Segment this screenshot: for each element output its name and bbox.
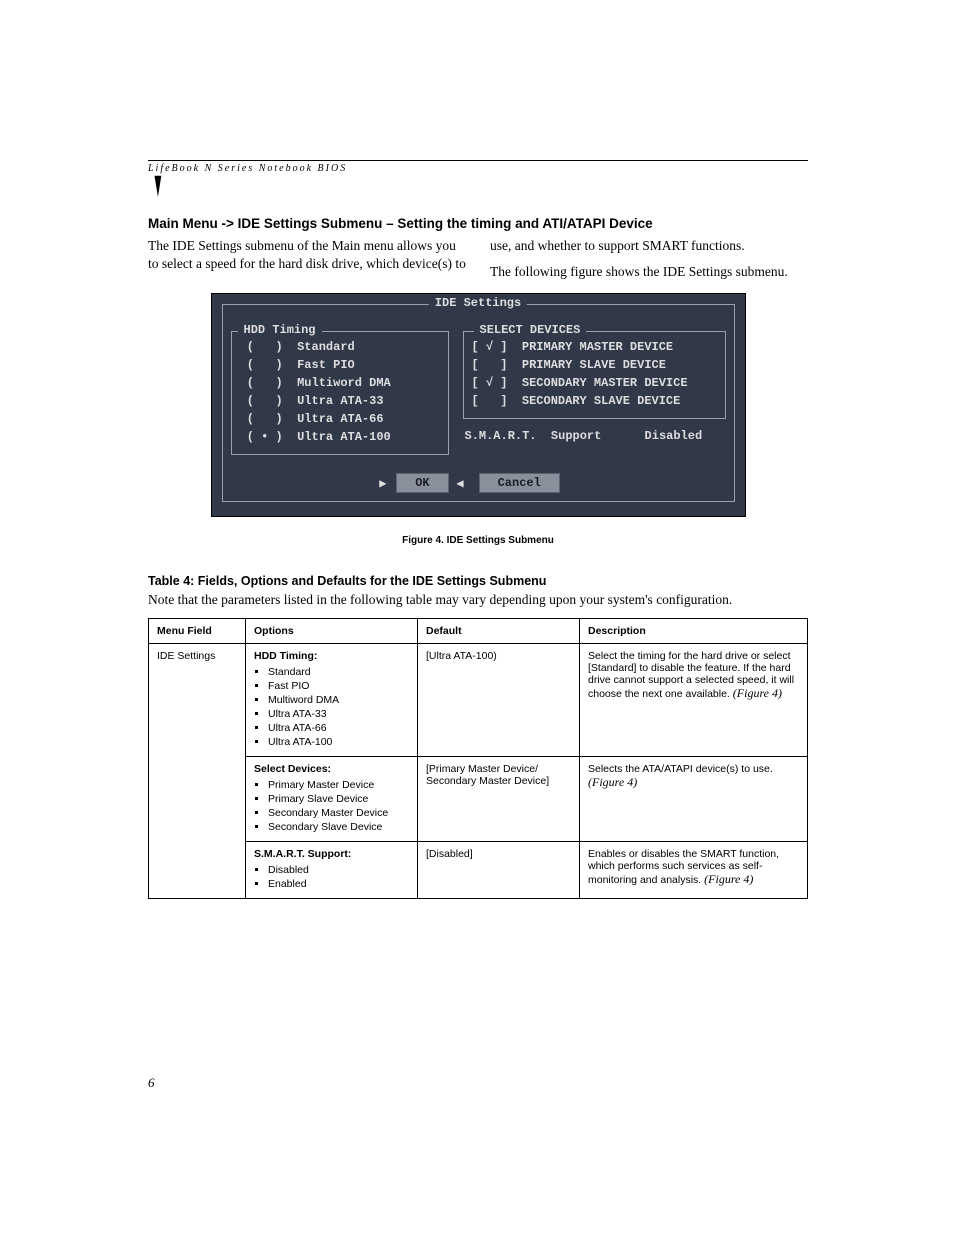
smart-support-line[interactable]: S.M.A.R.T. Support Disabled — [465, 429, 726, 443]
figure-caption: Figure 4. IDE Settings Submenu — [148, 535, 808, 546]
triangle-left-icon: ◀ — [456, 476, 463, 491]
th-options: Options — [246, 619, 418, 644]
section-title: Main Menu -> IDE Settings Submenu – Sett… — [148, 216, 808, 231]
ok-button[interactable]: ▶ OK ◀ — [396, 473, 448, 493]
select-devices-legend: SELECT DEVICES — [474, 323, 587, 337]
intro-text: The IDE Settings submenu of the Main men… — [148, 237, 808, 281]
device-option[interactable]: [ ] SECONDARY SLAVE DEVICE — [472, 392, 717, 410]
hdd-option[interactable]: ( • ) Ultra ATA-100 — [240, 428, 440, 446]
page-number: 6 — [148, 1075, 155, 1091]
running-head: LifeBook N Series Notebook BIOS — [148, 163, 808, 174]
hdd-timing-panel: HDD Timing ( ) Standard ( ) Fast PIO ( )… — [231, 331, 449, 455]
hdd-option[interactable]: ( ) Multiword DMA — [240, 374, 440, 392]
hdd-timing-legend: HDD Timing — [238, 323, 322, 337]
bios-screenshot: IDE Settings HDD Timing ( ) Standard ( )… — [211, 293, 746, 517]
hdd-option[interactable]: ( ) Fast PIO — [240, 356, 440, 374]
hdd-option[interactable]: ( ) Ultra ATA-66 — [240, 410, 440, 428]
cancel-button[interactable]: Cancel — [479, 473, 560, 493]
settings-table: Menu Field Options Default Description I… — [148, 618, 808, 899]
corner-slash-icon: ▼ — [152, 163, 164, 206]
th-menu: Menu Field — [149, 619, 246, 644]
th-default: Default — [418, 619, 580, 644]
options-cell: S.M.A.R.T. Support:DisabledEnabled — [246, 842, 418, 899]
hdd-option[interactable]: ( ) Ultra ATA-33 — [240, 392, 440, 410]
table-row: S.M.A.R.T. Support:DisabledEnabled[Disab… — [149, 842, 808, 899]
default-cell: [Disabled] — [418, 842, 580, 899]
table-title: Table 4: Fields, Options and Defaults fo… — [148, 574, 808, 588]
table-row: IDE SettingsHDD Timing:StandardFast PIOM… — [149, 644, 808, 757]
intro-right: The following figure shows the IDE Setti… — [490, 263, 808, 281]
bios-title: IDE Settings — [429, 296, 527, 310]
menu-field-cell: IDE Settings — [149, 644, 246, 899]
table-row: Select Devices:Primary Master DevicePrim… — [149, 757, 808, 842]
options-cell: HDD Timing:StandardFast PIOMultiword DMA… — [246, 644, 418, 757]
select-devices-panel: SELECT DEVICES [ √ ] PRIMARY MASTER DEVI… — [463, 331, 726, 419]
device-option[interactable]: [ √ ] PRIMARY MASTER DEVICE — [472, 338, 717, 356]
description-cell: Enables or disables the SMART function, … — [580, 842, 808, 899]
default-cell: [Ultra ATA-100) — [418, 644, 580, 757]
triangle-right-icon: ▶ — [379, 476, 386, 491]
options-cell: Select Devices:Primary Master DevicePrim… — [246, 757, 418, 842]
device-option[interactable]: [ ] PRIMARY SLAVE DEVICE — [472, 356, 717, 374]
table-note: Note that the parameters listed in the f… — [148, 592, 808, 608]
device-option[interactable]: [ √ ] SECONDARY MASTER DEVICE — [472, 374, 717, 392]
description-cell: Select the timing for the hard drive or … — [580, 644, 808, 757]
hdd-option[interactable]: ( ) Standard — [240, 338, 440, 356]
th-description: Description — [580, 619, 808, 644]
description-cell: Selects the ATA/ATAPI device(s) to use. … — [580, 757, 808, 842]
default-cell: [Primary Master Device/ Secondary Master… — [418, 757, 580, 842]
